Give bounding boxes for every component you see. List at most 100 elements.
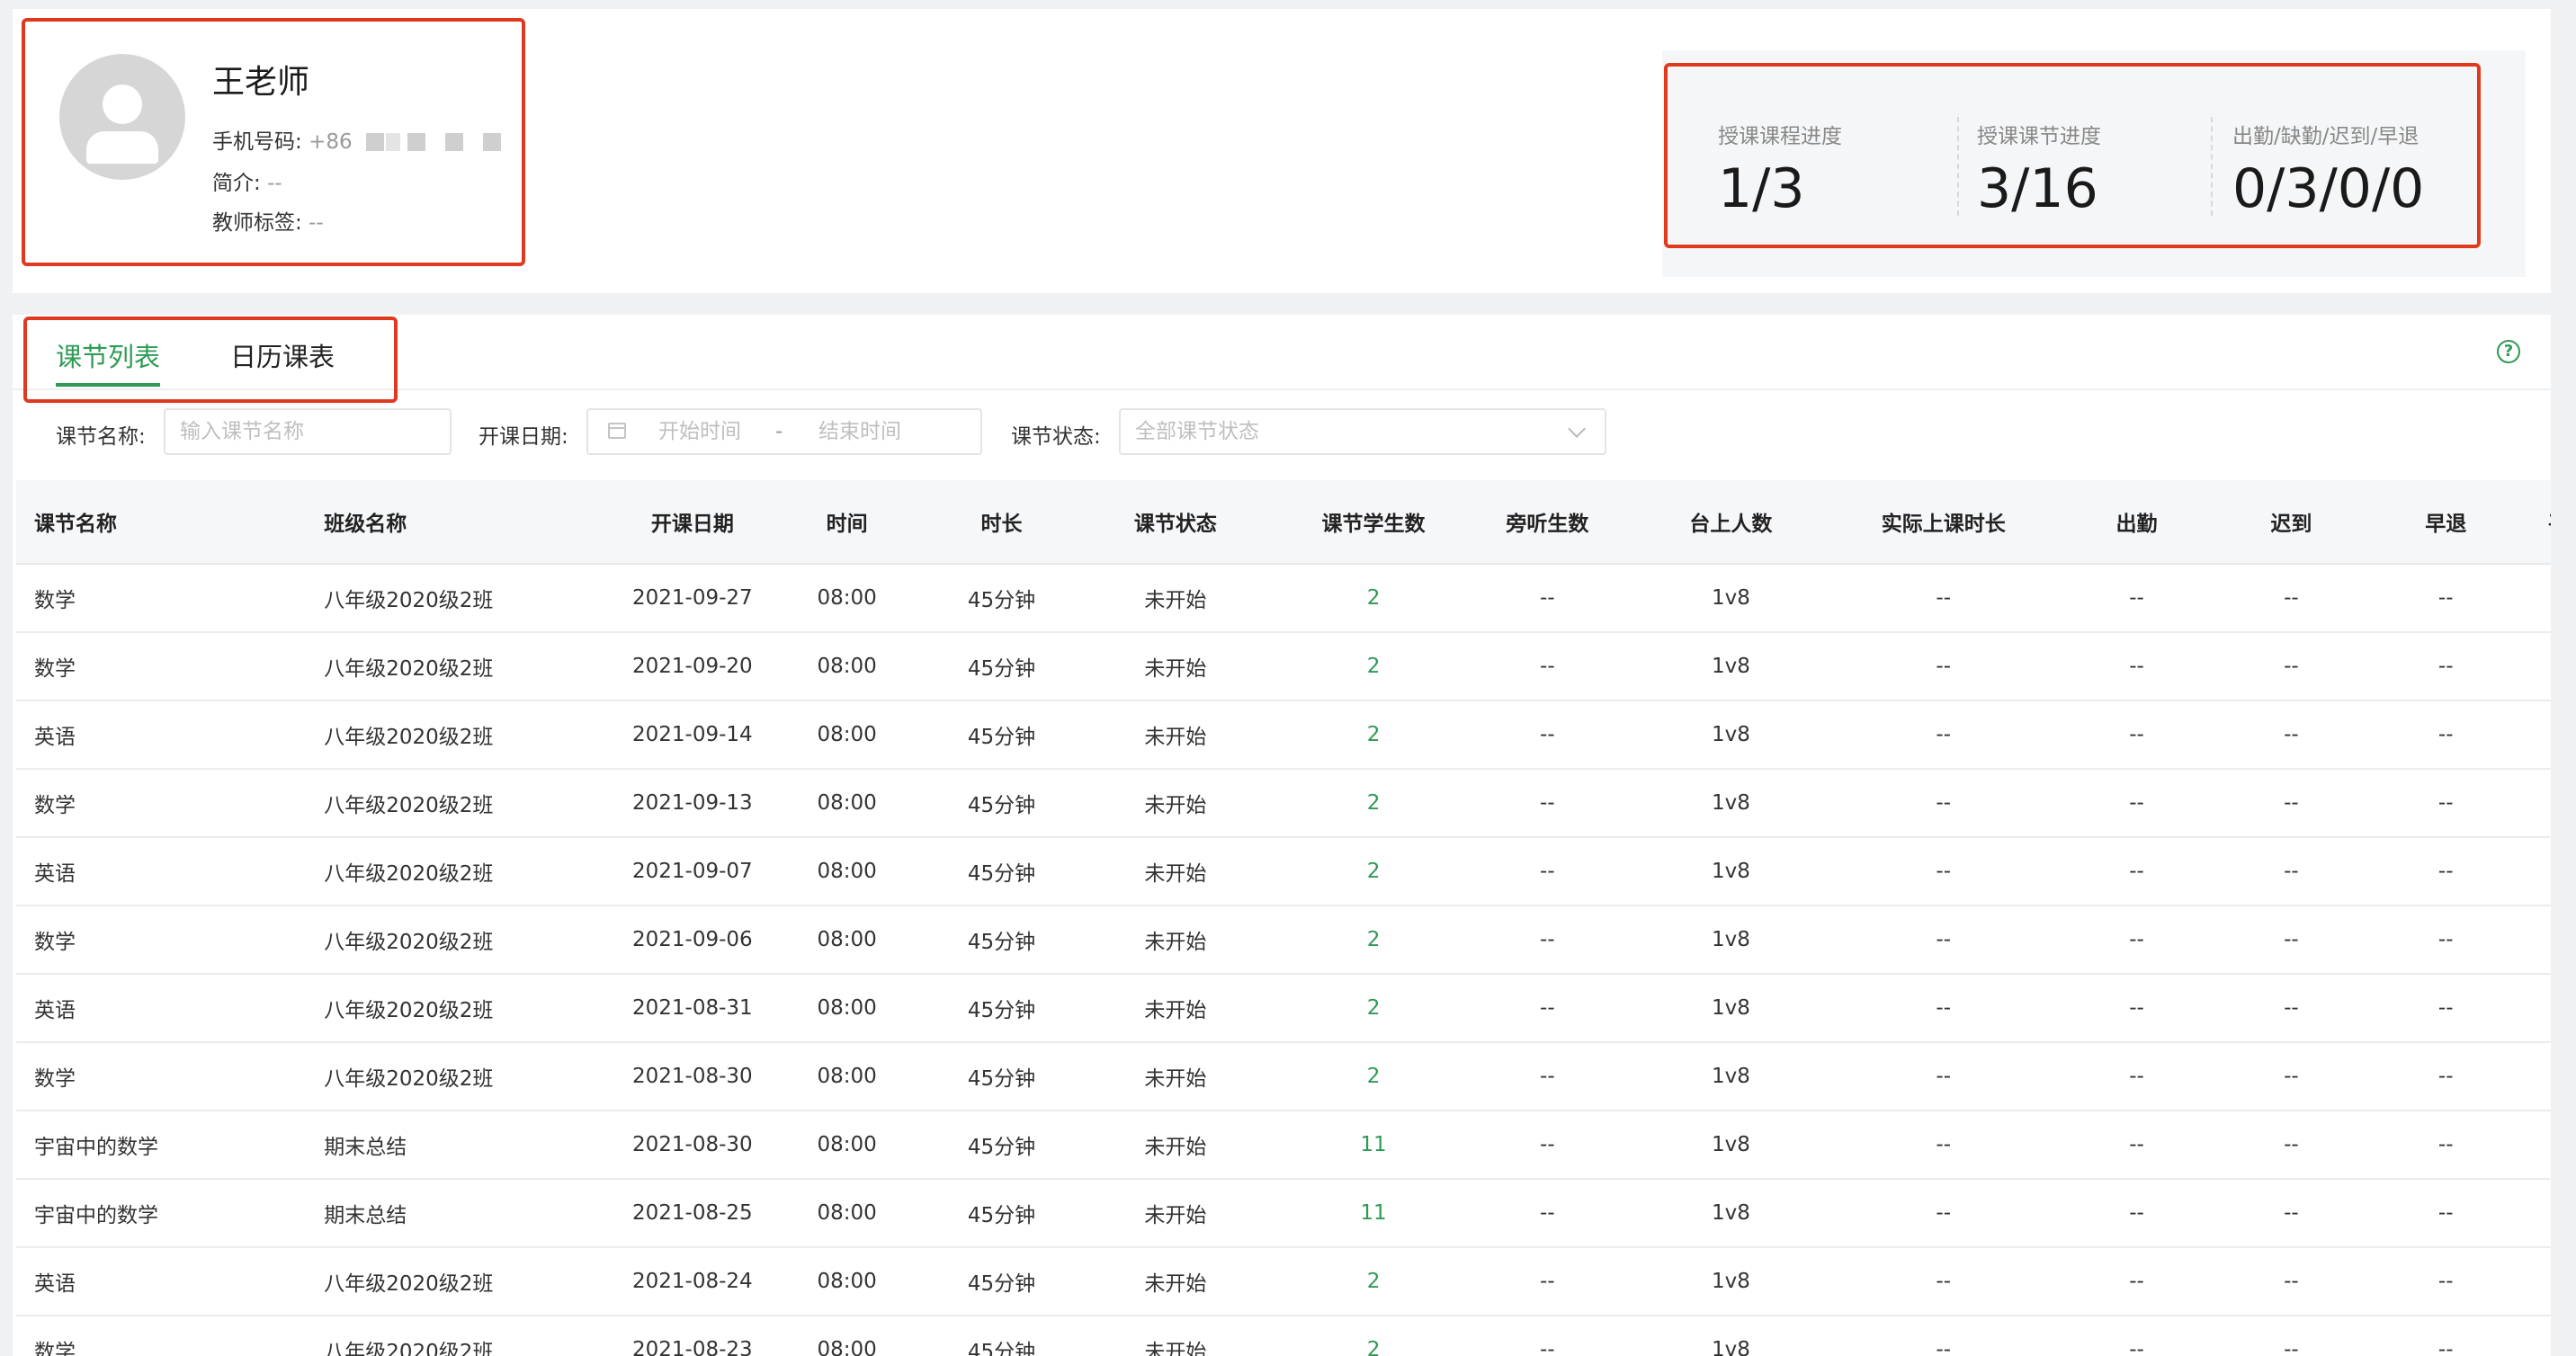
stat-course-progress: 授课课程进度 1/3 bbox=[1718, 119, 1842, 230]
table-cell[interactable]: 2 bbox=[1262, 564, 1485, 633]
table-cell: -- bbox=[2035, 1111, 2239, 1180]
help-icon[interactable]: ? bbox=[2497, 340, 2520, 363]
table-cell: 八年级2020级2班 bbox=[306, 1316, 606, 1356]
table-cell: -- bbox=[1851, 1316, 2035, 1356]
stat-attendance: 出勤/缺勤/迟到/早退 0/3/0/0 bbox=[2232, 119, 2424, 230]
phone-mask bbox=[407, 133, 425, 151]
table-cell[interactable]: 2 bbox=[1262, 632, 1485, 701]
table-row[interactable]: 宇宙中的数学 期末总结 2021-08-30 08:00 45分钟 未开始 11 -- 1v8-… bbox=[16, 1111, 2551, 1180]
table-cell: 八年级2020级2班 bbox=[306, 632, 606, 701]
table-row[interactable]: 英语 八年级2020级2班 2021-09-07 08:00 45分钟 未开始 2 -- 1v8… bbox=[16, 837, 2551, 906]
table-header-row: 课节名称 班级名称 开课日期 时间 时长 课节状态 课节学生数 旁听生数 台上人数 实际上课时长出… bbox=[16, 480, 2551, 565]
filter-bar: 课节名称: 输入课节名称 开课日期: 开始时间 - 结束时间 课节状态: 全部课… bbox=[13, 405, 2551, 459]
column-header: 迟到 bbox=[2238, 480, 2345, 565]
table-row[interactable]: 数学 八年级2020级2班 2021-09-13 08:00 45分钟 未开始 2 -- 1v8… bbox=[16, 769, 2551, 838]
table-cell: 未开始 bbox=[1088, 632, 1263, 701]
table-row[interactable]: 英语 八年级2020级2班 2021-09-14 08:00 45分钟 未开始 2 -- 1v8… bbox=[16, 700, 2551, 770]
table-row[interactable]: 数学 八年级2020级2班 2021-08-30 08:00 45分钟 未开始 2 -- 1v8… bbox=[16, 1042, 2551, 1111]
table-cell: -- bbox=[1484, 564, 1611, 633]
table-cell: 未开始 bbox=[1088, 1042, 1263, 1111]
table-cell: -- bbox=[2035, 1042, 2239, 1111]
table-cell[interactable]: 2 bbox=[1262, 1042, 1485, 1111]
table-cell: -- bbox=[2035, 700, 2239, 770]
table-cell: -- bbox=[1851, 1111, 2035, 1180]
table-cell: 45分钟 bbox=[914, 632, 1089, 701]
table-cell: -- bbox=[2238, 1111, 2345, 1180]
column-header: 早退 bbox=[2344, 480, 2547, 565]
table-cell: 未开始 bbox=[1088, 564, 1263, 633]
date-range-picker[interactable]: 开始时间 - 结束时间 bbox=[586, 408, 982, 455]
table-cell[interactable]: 2 bbox=[1262, 974, 1485, 1043]
table-cell: 未开始 bbox=[1088, 837, 1263, 906]
column-header: 课节学生数 bbox=[1262, 480, 1485, 565]
table-cell bbox=[2546, 1247, 2551, 1316]
table-cell: -- bbox=[1484, 700, 1611, 770]
table-cell: 08:00 bbox=[779, 564, 915, 633]
table-cell: 08:00 bbox=[779, 769, 915, 838]
column-header: 实际上课时长 bbox=[1851, 480, 2035, 565]
table-cell: -- bbox=[2238, 1042, 2345, 1111]
table-cell: -- bbox=[1851, 700, 2035, 770]
table-cell[interactable]: 2 bbox=[1262, 769, 1485, 838]
table-cell[interactable]: 11 bbox=[1262, 1111, 1485, 1180]
tab-lesson-list[interactable]: 课节列表 bbox=[56, 336, 161, 387]
table-cell bbox=[2546, 564, 2551, 633]
table-cell: 45分钟 bbox=[914, 700, 1089, 770]
table-cell: 45分钟 bbox=[914, 769, 1089, 838]
table-cell: -- bbox=[1484, 1247, 1611, 1316]
table-row[interactable]: 宇宙中的数学 期末总结 2021-08-25 08:00 45分钟 未开始 11 -- 1v8-… bbox=[16, 1179, 2551, 1248]
table-cell: -- bbox=[1484, 1111, 1611, 1180]
table-cell: 八年级2020级2班 bbox=[306, 700, 606, 770]
lesson-list-card: 课节列表 日历课表 ? 课节名称: 输入课节名称 开课日期: 开始时间 - 结束… bbox=[13, 315, 2551, 1356]
status-select[interactable]: 全部课节状态 bbox=[1119, 408, 1606, 455]
table-cell[interactable]: 2 bbox=[1262, 905, 1485, 975]
table-cell bbox=[2546, 1042, 2551, 1111]
table-cell[interactable]: 11 bbox=[1262, 1179, 1485, 1248]
stat-lesson-progress: 授课课节进度 3/16 bbox=[1977, 119, 2101, 230]
table-cell: -- bbox=[1484, 1042, 1611, 1111]
table-cell: 2021-08-24 bbox=[605, 1247, 780, 1316]
table-cell: 2021-08-23 bbox=[605, 1316, 780, 1356]
lesson-name-input[interactable]: 输入课节名称 bbox=[164, 408, 452, 455]
table-row[interactable]: 数学 八年级2020级2班 2021-09-06 08:00 45分钟 未开始 2 -- 1v8… bbox=[16, 905, 2551, 975]
table-cell: 08:00 bbox=[779, 1042, 915, 1111]
table-cell: -- bbox=[1484, 1316, 1611, 1356]
table-cell: 期末总结 bbox=[306, 1179, 606, 1248]
start-date-input[interactable]: 开始时间 bbox=[658, 410, 741, 453]
table-cell: -- bbox=[2344, 1247, 2547, 1316]
table-cell[interactable]: 2 bbox=[1262, 1247, 1485, 1316]
table-row[interactable]: 数学 八年级2020级2班 2021-09-20 08:00 45分钟 未开始 2 -- 1v8… bbox=[16, 632, 2551, 701]
table-cell: -- bbox=[1851, 905, 2035, 975]
table-cell: -- bbox=[1851, 837, 2035, 906]
table-row[interactable]: 英语 八年级2020级2班 2021-08-24 08:00 45分钟 未开始 2 -- 1v8… bbox=[16, 1247, 2551, 1316]
tags-value: -- bbox=[309, 211, 324, 235]
tab-calendar[interactable]: 日历课表 bbox=[230, 336, 335, 374]
table-cell: 08:00 bbox=[779, 905, 915, 975]
table-cell: -- bbox=[2035, 974, 2239, 1043]
table-cell: -- bbox=[2035, 1179, 2239, 1248]
table-cell[interactable]: 2 bbox=[1262, 700, 1485, 770]
table-cell: -- bbox=[2238, 905, 2345, 975]
table-cell: 2021-08-31 bbox=[605, 974, 780, 1043]
end-date-input[interactable]: 结束时间 bbox=[818, 410, 901, 453]
table-cell: 数学 bbox=[16, 564, 307, 633]
table-cell: 未开始 bbox=[1088, 974, 1263, 1043]
table-row[interactable]: 数学 八年级2020级2班 2021-09-27 08:00 45分钟 未开始 2 -- 1v8… bbox=[16, 564, 2551, 633]
table-cell: 08:00 bbox=[779, 837, 915, 906]
table-cell: 期末总结 bbox=[306, 1111, 606, 1180]
table-cell[interactable]: 2 bbox=[1262, 837, 1485, 906]
table-cell: 数学 bbox=[16, 632, 307, 701]
table-cell: -- bbox=[1851, 564, 2035, 633]
table-cell: 08:00 bbox=[779, 1316, 915, 1356]
lesson-table-wrapper[interactable]: 课节名称 班级名称 开课日期 时间 时长 课节状态 课节学生数 旁听生数 台上人数 实际上课时长出… bbox=[16, 480, 2551, 1356]
table-cell: 08:00 bbox=[779, 974, 915, 1043]
table-cell[interactable]: 2 bbox=[1262, 1316, 1485, 1356]
column-header: 旁听生数 bbox=[1484, 480, 1611, 565]
table-cell: -- bbox=[2238, 974, 2345, 1043]
table-row[interactable]: 数学 八年级2020级2班 2021-08-23 08:00 45分钟 未开始 2 -- 1v8… bbox=[16, 1316, 2551, 1356]
table-cell: -- bbox=[2238, 564, 2345, 633]
table-cell: -- bbox=[2344, 905, 2547, 975]
table-row[interactable]: 英语 八年级2020级2班 2021-08-31 08:00 45分钟 未开始 2 -- 1v8… bbox=[16, 974, 2551, 1043]
table-cell: 八年级2020级2班 bbox=[306, 974, 606, 1043]
avatar-icon bbox=[59, 54, 185, 180]
